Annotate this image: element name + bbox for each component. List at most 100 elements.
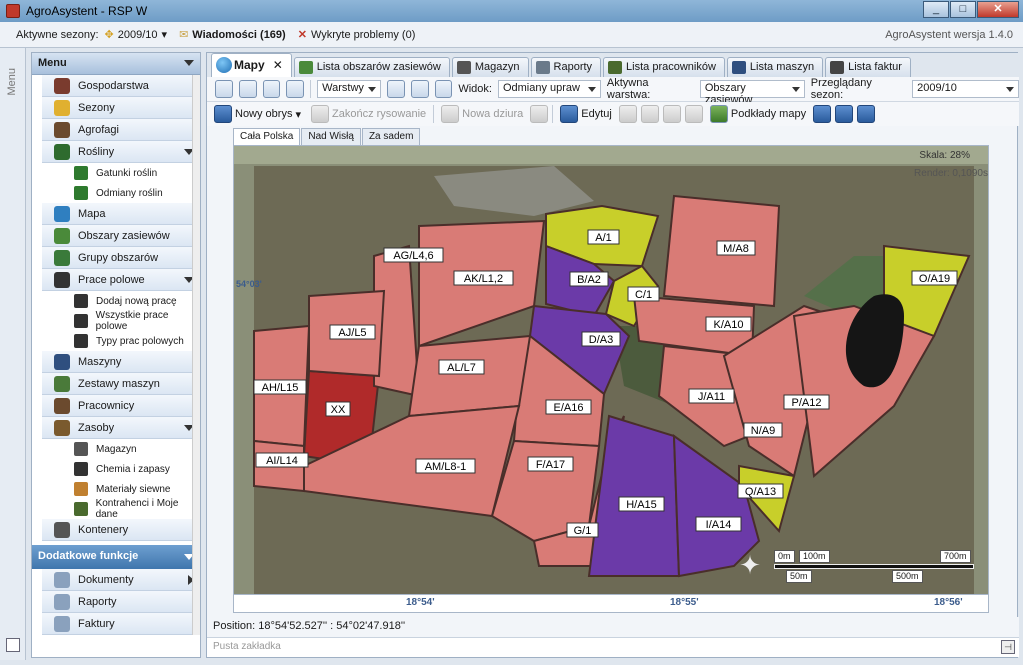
sidebar-item-kontenery[interactable]: Kontenery bbox=[42, 519, 200, 541]
sidebar-item-kontrahenci-i-moje-dane[interactable]: Kontrahenci i Moje dane bbox=[56, 498, 200, 520]
remove-icon[interactable] bbox=[835, 105, 854, 123]
tab-mapy[interactable]: Mapy ✕ bbox=[211, 53, 292, 77]
scale-label: 50m bbox=[786, 570, 812, 583]
envelope-icon: ✉ bbox=[179, 29, 189, 41]
sidebar-item-agrofagi[interactable]: Agrofagi bbox=[42, 119, 200, 141]
sidebar-item-maszyny[interactable]: Maszyny bbox=[42, 351, 200, 373]
tab-label: Lista maszyn bbox=[749, 61, 815, 73]
sidebar-item-wszystkie-prace-polowe[interactable]: Wszystkie prace polowe bbox=[56, 310, 200, 332]
map-layer-icon bbox=[709, 105, 728, 123]
scale-label: 500m bbox=[892, 570, 923, 583]
zoom-select-icon[interactable] bbox=[238, 80, 257, 98]
sidebar-item-zasoby[interactable]: Zasoby bbox=[42, 417, 200, 439]
fit-extent-icon[interactable] bbox=[215, 80, 233, 98]
sidebar-item-typy-prac-polowych[interactable]: Typy prac polowych bbox=[56, 331, 200, 351]
sidebar-item-gospodarstwa[interactable]: Gospodarstwa bbox=[42, 75, 200, 97]
sidebar-item-gatunki-roślin[interactable]: Gatunki roślin bbox=[56, 163, 200, 183]
container-icon bbox=[54, 521, 70, 538]
sidebar-item-dodaj-nową-pracę[interactable]: Dodaj nową pracę bbox=[56, 291, 200, 311]
report-icon bbox=[54, 593, 70, 610]
edit-button[interactable]: Edytuj bbox=[557, 104, 615, 124]
problems-link[interactable]: ✕ Wykryte problemy (0) bbox=[298, 28, 416, 42]
subtab-nad-wisłą[interactable]: Nad Wisłą bbox=[301, 128, 361, 145]
options-gear-icon[interactable] bbox=[386, 80, 405, 98]
subtab-cała-polska[interactable]: Cała Polska bbox=[233, 128, 301, 145]
close-button[interactable]: ✕ bbox=[977, 1, 1019, 18]
active-layer-dropdown[interactable]: Obszary zasiewów bbox=[699, 80, 805, 106]
tab-raporty[interactable]: Raporty bbox=[530, 57, 602, 77]
field-label: P/A12 bbox=[792, 397, 822, 409]
map-canvas[interactable]: A/1 B/A2 C/1 D/A3 E/A16 F/A17 G/1 H/A15 I/A14 J/A… bbox=[234, 146, 989, 595]
field-label: AH/L15 bbox=[262, 382, 299, 394]
longitude-mark: 18°56' bbox=[934, 597, 963, 608]
tab-lista-pracowników[interactable]: Lista pracowników bbox=[603, 57, 725, 77]
tab-magazyn[interactable]: Magazyn bbox=[451, 57, 529, 77]
sidebar-header[interactable]: Menu bbox=[32, 53, 200, 75]
list-icon[interactable] bbox=[434, 80, 453, 98]
sidebar-item-grupy-obszarów[interactable]: Grupy obszarów bbox=[42, 247, 200, 269]
sidebar-item-raporty[interactable]: Raporty bbox=[42, 591, 200, 613]
check-icon bbox=[311, 105, 329, 123]
tab-lista-obszarów-zasiewów[interactable]: Lista obszarów zasiewów bbox=[293, 57, 450, 77]
view-dropdown[interactable]: Odmiany upraw bbox=[497, 80, 601, 98]
messages-link[interactable]: ✉ Wiadomości (169) bbox=[179, 28, 286, 42]
edit-icon bbox=[560, 105, 579, 123]
section-additional-functions[interactable]: Dodatkowe funkcje bbox=[32, 545, 200, 569]
sidebar-scrollbar[interactable] bbox=[192, 75, 200, 635]
settings-icon[interactable] bbox=[6, 638, 20, 652]
bookmark-placeholder: Pusta zakładka bbox=[213, 641, 281, 652]
menu-strip[interactable]: Menu bbox=[0, 48, 26, 660]
add-icon[interactable] bbox=[813, 105, 832, 123]
split-icon[interactable] bbox=[618, 105, 637, 123]
sidebar-item-obszary-zasiewów[interactable]: Obszary zasiewów bbox=[42, 225, 200, 247]
new-outline-button[interactable]: Nowy obrys ▾ bbox=[211, 104, 304, 124]
finish-drawing-label: Zakończ rysowanie bbox=[332, 108, 427, 120]
field-al-l7[interactable] bbox=[407, 334, 532, 418]
sidebar-item-zestawy-maszyn[interactable]: Zestawy maszyn bbox=[42, 373, 200, 395]
pin-icon[interactable]: ⊣ bbox=[1001, 640, 1015, 654]
section-title: Dodatkowe funkcje bbox=[38, 550, 139, 562]
seasons-label: Aktywne sezony: bbox=[16, 28, 99, 41]
sidebar-item-chemia-i-zapasy[interactable]: Chemia i zapasy bbox=[56, 459, 200, 479]
hole-check-icon[interactable] bbox=[530, 105, 549, 123]
minimize-button[interactable]: _ bbox=[923, 1, 949, 18]
viewed-season-dropdown[interactable]: 2009/10 bbox=[912, 80, 1020, 98]
tab-lista-faktur[interactable]: Lista faktur bbox=[825, 57, 911, 77]
redo-icon[interactable] bbox=[684, 105, 703, 123]
sidebar-item-faktury[interactable]: Faktury bbox=[42, 613, 200, 635]
render-readout: Render: 0,1090s bbox=[914, 168, 988, 179]
base-maps-button[interactable]: Podkłady mapy bbox=[707, 104, 809, 124]
undo-icon[interactable] bbox=[662, 105, 681, 123]
refresh-icon[interactable] bbox=[857, 105, 876, 123]
scale-readout: Skala: 28% bbox=[919, 150, 970, 161]
sidebar-item-magazyn[interactable]: Magazyn bbox=[56, 439, 200, 459]
zoom-in-icon[interactable] bbox=[262, 80, 281, 98]
sidebar-item-sezony[interactable]: Sezony bbox=[42, 97, 200, 119]
sidebar-item-prace-polowe[interactable]: Prace polowe bbox=[42, 269, 200, 291]
sidebar-item-rośliny[interactable]: Rośliny bbox=[42, 141, 200, 163]
close-tab-icon[interactable]: ✕ bbox=[273, 58, 283, 72]
sidebar-item-dokumenty[interactable]: Dokumenty bbox=[42, 569, 200, 591]
map-view[interactable]: A/1 B/A2 C/1 D/A3 E/A16 F/A17 G/1 H/A15 I/A14 J/A… bbox=[233, 145, 989, 595]
sidebar-item-label: Materiały siewne bbox=[96, 483, 171, 495]
sidebar-item-materiały-siewne[interactable]: Materiały siewne bbox=[56, 479, 200, 499]
layers-dropdown[interactable]: Warstwy bbox=[317, 80, 381, 98]
latitude-mark: 54°03' bbox=[236, 279, 262, 289]
bookmark-bar[interactable]: Pusta zakładka ⊣ bbox=[207, 637, 1019, 657]
sidebar-item-mapa[interactable]: Mapa bbox=[42, 203, 200, 225]
season-selector[interactable]: ✥ 2009/10 ▾ bbox=[105, 28, 168, 42]
sidebar-item-label: Chemia i zapasy bbox=[96, 463, 170, 475]
pencil-icon[interactable] bbox=[410, 80, 429, 98]
merge-icon[interactable] bbox=[640, 105, 659, 123]
edit-label: Edytuj bbox=[581, 108, 612, 120]
tab-lista-maszyn[interactable]: Lista maszyn bbox=[726, 57, 824, 77]
zoom-out-icon[interactable] bbox=[286, 80, 305, 98]
subtab-za-sadem[interactable]: Za sadem bbox=[361, 128, 421, 145]
chevron-down-icon: ▾ bbox=[295, 108, 301, 121]
workers-icon bbox=[54, 397, 70, 414]
sidebar-item-odmiany-roślin[interactable]: Odmiany roślin bbox=[56, 183, 200, 203]
sidebar-item-pracownicy[interactable]: Pracownicy bbox=[42, 395, 200, 417]
finish-drawing-button[interactable]: Zakończ rysowanie bbox=[308, 104, 429, 124]
new-hole-button[interactable]: Nowa dziura bbox=[438, 104, 526, 124]
maximize-button[interactable]: □ bbox=[950, 1, 976, 18]
